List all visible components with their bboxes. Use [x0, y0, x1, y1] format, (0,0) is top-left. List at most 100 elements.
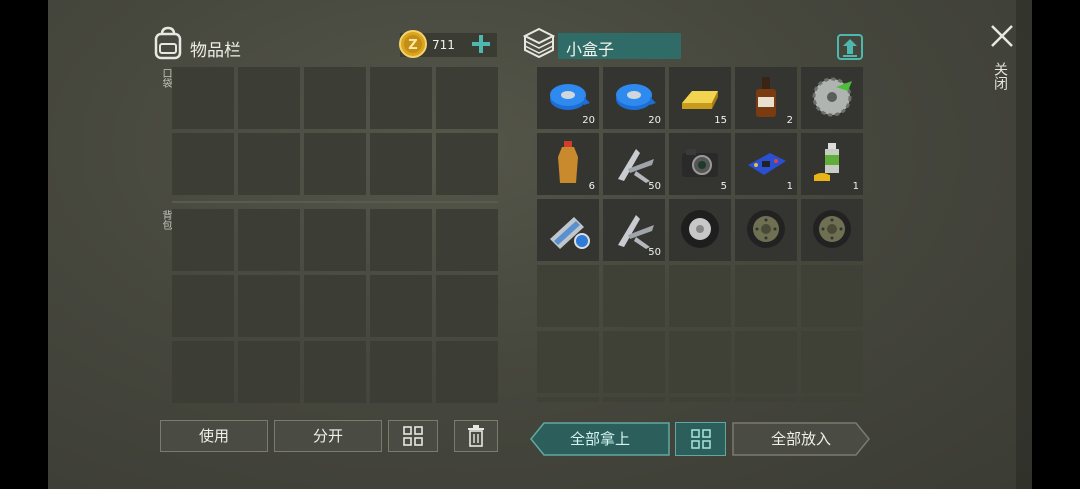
spray-can-icon [814, 143, 839, 181]
item-slot-spray-can[interactable]: 1 [801, 133, 863, 195]
container-slot[interactable] [537, 397, 599, 402]
pocket-grid [172, 67, 498, 195]
gold-bar-icon [682, 91, 718, 109]
put-all-label: 全部放入 [770, 430, 831, 448]
container-grid: 20 20 15 2 6 50 5 1 1 50 [537, 67, 863, 402]
blue-tape-icon [616, 84, 656, 110]
inventory-slot[interactable] [172, 67, 234, 129]
close-icon[interactable] [988, 22, 1016, 50]
item-slot-gold-bar[interactable]: 15 [669, 67, 731, 129]
tire-icon [681, 210, 719, 248]
use-button[interactable]: 使用 [160, 420, 268, 452]
item-slot-saw-blade[interactable] [801, 67, 863, 129]
inventory-slot[interactable] [436, 209, 498, 271]
item-quantity: 5 [720, 181, 727, 192]
split-button[interactable]: 分开 [274, 420, 382, 452]
inventory-slot[interactable] [304, 341, 366, 403]
inventory-slot[interactable] [370, 341, 432, 403]
item-slot-blue-tape[interactable]: 20 [537, 67, 599, 129]
container-slot[interactable] [669, 331, 731, 393]
inventory-slot[interactable] [370, 67, 432, 129]
item-quantity: 1 [852, 181, 859, 192]
item-slot-soda-bottle[interactable]: 6 [537, 133, 599, 195]
backpack-icon [154, 26, 182, 60]
inventory-slot[interactable] [238, 133, 300, 195]
container-name-field[interactable]: 小盒子 [558, 33, 681, 59]
inventory-slot[interactable] [172, 275, 234, 337]
grid-sort-icon [690, 429, 711, 449]
item-quantity: 15 [714, 115, 727, 126]
camera-icon [682, 149, 718, 177]
item-slot-whiskey-bottle[interactable]: 2 [735, 67, 797, 129]
container-sort-button[interactable] [675, 422, 726, 456]
inventory-slot[interactable] [304, 133, 366, 195]
container-slot[interactable] [735, 331, 797, 393]
inventory-slot[interactable] [436, 275, 498, 337]
item-quantity: 50 [648, 181, 661, 192]
inventory-slot[interactable] [304, 275, 366, 337]
container-slot[interactable] [801, 397, 863, 402]
inventory-slot[interactable] [172, 341, 234, 403]
take-all-button[interactable]: 全部拿上 [530, 422, 670, 456]
inventory-title: 物品栏 [190, 41, 241, 61]
inventory-slot[interactable] [436, 133, 498, 195]
trash-icon [468, 425, 484, 447]
container-slot[interactable] [603, 265, 665, 327]
container-slot[interactable] [537, 331, 599, 393]
inventory-slot[interactable] [436, 341, 498, 403]
wheel-icon [813, 210, 851, 248]
container-area: 20 20 15 2 6 50 5 1 1 50 [537, 67, 863, 402]
container-slot[interactable] [801, 331, 863, 393]
whiskey-bottle-icon [756, 77, 776, 117]
container-slot[interactable] [801, 265, 863, 327]
item-quantity: 1 [786, 181, 793, 192]
item-quantity: 6 [588, 181, 595, 192]
trash-button[interactable] [454, 420, 498, 452]
container-slot[interactable] [603, 397, 665, 402]
section-divider [172, 201, 498, 203]
item-quantity: 20 [582, 115, 595, 126]
item-slot-aluminum-can[interactable] [537, 199, 599, 261]
container-slot[interactable] [735, 265, 797, 327]
inventory-slot[interactable] [304, 209, 366, 271]
gold-coin-icon: Z [399, 30, 427, 58]
backpack-grid [172, 209, 498, 403]
inventory-slot[interactable] [370, 209, 432, 271]
upload-icon[interactable] [836, 33, 864, 61]
item-slot-camera[interactable]: 5 [669, 133, 731, 195]
saw-blade-icon [812, 77, 852, 117]
inventory-slot[interactable] [172, 209, 234, 271]
container-slot[interactable] [537, 265, 599, 327]
item-slot-metal-parts[interactable]: 50 [603, 199, 665, 261]
close-label[interactable]: 关闭 [992, 62, 1008, 90]
put-all-button[interactable]: 全部放入 [732, 422, 870, 456]
item-slot-metal-parts[interactable]: 50 [603, 133, 665, 195]
inventory-slot[interactable] [238, 209, 300, 271]
inventory-slot[interactable] [370, 275, 432, 337]
inventory-slot[interactable] [238, 67, 300, 129]
container-slot[interactable] [603, 331, 665, 393]
inventory-slot[interactable] [304, 67, 366, 129]
inventory-slot[interactable] [370, 133, 432, 195]
item-slot-blue-tape[interactable]: 20 [603, 67, 665, 129]
sort-button[interactable] [388, 420, 438, 452]
container-slot[interactable] [669, 397, 731, 402]
item-slot-circuit-board[interactable]: 1 [735, 133, 797, 195]
inventory-slot[interactable] [238, 275, 300, 337]
item-slot-wheel[interactable] [735, 199, 797, 261]
container-slot[interactable] [669, 265, 731, 327]
container-slot[interactable] [735, 397, 797, 402]
plus-icon[interactable] [468, 31, 494, 57]
blue-tape-icon [550, 84, 590, 110]
metal-parts-icon [618, 149, 654, 183]
soda-bottle-icon [558, 141, 578, 183]
item-quantity: 20 [648, 115, 661, 126]
item-slot-tire[interactable] [669, 199, 731, 261]
inventory-slot[interactable] [172, 133, 234, 195]
backpack-label: 背包 [160, 210, 171, 230]
circuit-board-icon [748, 153, 786, 175]
inventory-slot[interactable] [436, 67, 498, 129]
inventory-slot[interactable] [238, 341, 300, 403]
item-quantity: 50 [648, 247, 661, 258]
item-slot-wheel[interactable] [801, 199, 863, 261]
